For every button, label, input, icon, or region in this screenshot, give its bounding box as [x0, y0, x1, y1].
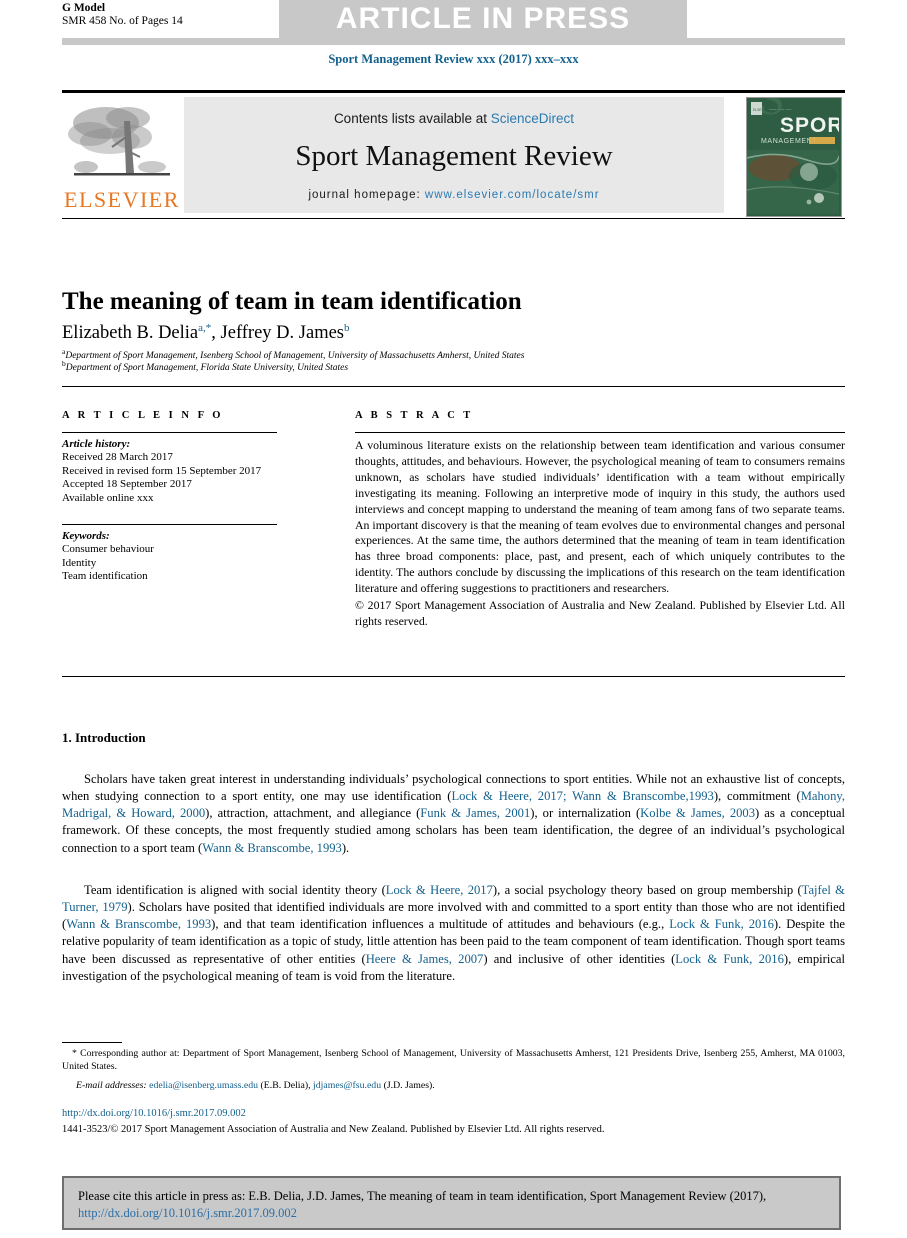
- cite-doi-link[interactable]: http://dx.doi.org/10.1016/j.smr.2017.09.…: [78, 1206, 297, 1220]
- abstract-heading: A B S T R A C T: [355, 410, 474, 421]
- email-footnote: E-mail addresses: edelia@isenberg.umass.…: [62, 1080, 845, 1093]
- issn-copyright-line: 1441-3523/© 2017 Sport Management Associ…: [62, 1124, 605, 1135]
- intro-p2-citation-link[interactable]: Lock & Heere, 2017: [386, 883, 493, 897]
- article-info-rule-mid: [62, 524, 277, 525]
- journal-title: Sport Management Review: [295, 140, 613, 172]
- author-1-name: Elizabeth B. Delia: [62, 323, 199, 344]
- intro-p1-text-run: ).: [341, 840, 350, 855]
- intro-p1-citation-link[interactable]: Lock & Heere, 2017; Wann & Branscombe,19…: [451, 789, 713, 803]
- abstract-body: A voluminous literature exists on the re…: [355, 438, 845, 596]
- email-owner-delia: (E.B. Delia),: [260, 1080, 311, 1091]
- article-info-rule-top: [62, 432, 277, 433]
- intro-p2-citation-link[interactable]: Wann & Branscombe, 1993: [66, 917, 211, 931]
- masthead-center: Contents lists available at ScienceDirec…: [184, 97, 724, 213]
- affiliation-b-text: Department of Sport Management, Florida …: [65, 363, 349, 374]
- email-addresses-label: E-mail addresses:: [76, 1080, 147, 1091]
- intro-p2-text-run: ), a social psychology theory based on g…: [492, 882, 802, 897]
- author-2-name: Jeffrey D. James: [220, 323, 344, 344]
- homepage-prefix: journal homepage:: [308, 189, 425, 201]
- history-item-online: Available online xxx: [62, 491, 154, 504]
- corresponding-author-footnote: * Corresponding author at: Department of…: [62, 1048, 845, 1073]
- intro-p2-citation-link[interactable]: Heere & James, 2007: [366, 952, 484, 966]
- doi-link[interactable]: http://dx.doi.org/10.1016/j.smr.2017.09.…: [62, 1108, 246, 1119]
- article-in-press-banner-row: G Model SMR 458 No. of Pages 14 ARTICLE …: [0, 0, 907, 40]
- paper-page: G Model SMR 458 No. of Pages 14 ARTICLE …: [0, 0, 907, 1238]
- intro-p2-text-run: ), and that team identification influenc…: [211, 917, 670, 932]
- article-in-press-banner: ARTICLE IN PRESS: [279, 0, 687, 38]
- corresponding-author-text: Corresponding author at: Department of S…: [62, 1048, 845, 1072]
- journal-running-head: Sport Management Review xxx (2017) xxx–x…: [328, 52, 579, 66]
- keyword-item: Team identification: [62, 570, 148, 583]
- title-bottom-rule: [62, 386, 845, 387]
- article-history-block: Article history: Received 28 March 2017 …: [62, 438, 292, 505]
- sciencedirect-link[interactable]: ScienceDirect: [491, 111, 574, 126]
- intro-paragraph-2: Team identification is aligned with soci…: [62, 882, 845, 986]
- intro-p2-citation-link[interactable]: Lock & Funk, 2016: [675, 952, 784, 966]
- manuscript-id-label: SMR 458 No. of Pages 14: [62, 15, 183, 27]
- elsevier-wordmark: ELSEVIER: [64, 187, 180, 212]
- g-model-block: G Model SMR 458 No. of Pages 14: [62, 2, 183, 28]
- intro-paragraph-1: Scholars have taken great interest in un…: [62, 771, 845, 857]
- svg-text:SPORT: SPORT: [780, 114, 839, 137]
- intro-p1-citation-link[interactable]: Wann & Branscombe, 1993: [202, 841, 342, 855]
- intro-p1-citation-link[interactable]: Kolbe & James, 2003: [640, 806, 755, 820]
- intro-p2-citation-link[interactable]: Lock & Funk, 2016: [669, 917, 774, 931]
- abstract-block: A voluminous literature exists on the re…: [355, 438, 845, 630]
- email-owner-james: (J.D. James).: [383, 1080, 435, 1091]
- article-info-heading: A R T I C L E I N F O: [62, 410, 224, 421]
- history-item-received: Received 28 March 2017: [62, 451, 173, 464]
- intro-p1-text-run: ), or internalization (: [530, 806, 641, 821]
- keyword-item: Consumer behaviour: [62, 543, 154, 556]
- journal-masthead: ELSEVIER Contents lists available at Sci…: [62, 90, 845, 218]
- g-model-label: G Model: [62, 2, 106, 14]
- keywords-label: Keywords:: [62, 530, 110, 542]
- author-list: Elizabeth B. Deliaa,*, Jeffrey D. Jamesb: [62, 322, 350, 344]
- intro-p2-text-run: ) and inclusive of other identities (: [483, 951, 676, 966]
- abstract-copyright: © 2017 Sport Management Association of A…: [355, 598, 845, 628]
- email-link-delia[interactable]: edelia@isenberg.umass.edu: [149, 1080, 258, 1091]
- banner-underline: [62, 38, 845, 45]
- journal-homepage-link[interactable]: www.elsevier.com/locate/smr: [425, 189, 600, 201]
- abstract-bottom-rule: [62, 676, 845, 677]
- svg-text:MANAGEMENT: MANAGEMENT: [761, 138, 817, 145]
- email-link-james[interactable]: jdjames@fsu.edu: [313, 1080, 381, 1091]
- cite-this-article-text: Please cite this article in press as: E.…: [78, 1188, 828, 1222]
- elsevier-tree-icon: [68, 107, 170, 176]
- journal-cover-art: ELSEVIER ------ ------ ----- S SPORT MAN…: [747, 98, 841, 214]
- intro-p1-text-run: ), attraction, attachment, and allegianc…: [205, 806, 421, 821]
- abstract-rule-top: [355, 432, 845, 433]
- journal-homepage-line: journal homepage: www.elsevier.com/locat…: [308, 189, 599, 201]
- history-item-revised: Received in revised form 15 September 20…: [62, 464, 262, 477]
- cite-text-body: Please cite this article in press as: E.…: [78, 1189, 767, 1203]
- article-in-press-text: ARTICLE IN PRESS: [335, 2, 631, 35]
- keyword-item: Identity: [62, 556, 97, 569]
- masthead-bottom-rule: [62, 218, 845, 219]
- intro-p1-text-run: ), commitment (: [713, 788, 801, 803]
- keywords-block: Keywords: Consumer behaviour Identity Te…: [62, 530, 292, 584]
- cite-this-article-box: Please cite this article in press as: E.…: [62, 1176, 841, 1230]
- journal-cover-image: ELSEVIER ------ ------ ----- S SPORT MAN…: [746, 97, 842, 217]
- history-item-accepted: Accepted 18 September 2017: [62, 478, 192, 491]
- footnote-separator-rule: [62, 1042, 122, 1043]
- page-title: The meaning of team in team identificati…: [62, 287, 522, 315]
- corresponding-author-marker: *: [72, 1048, 77, 1059]
- intro-p2-text-run: Team identification is aligned with soci…: [84, 882, 386, 897]
- affiliation-b: bDepartment of Sport Management, Florida…: [62, 358, 822, 374]
- section-title-introduction: 1. Introduction: [62, 730, 146, 745]
- elsevier-logo: ELSEVIER: [62, 97, 182, 213]
- article-history-label: Article history:: [62, 438, 131, 450]
- intro-p1-citation-link[interactable]: Funk & James, 2001: [420, 806, 530, 820]
- contents-prefix: Contents lists available at: [333, 111, 491, 126]
- contents-line: Contents lists available at ScienceDirec…: [334, 111, 574, 126]
- author-2-affiliation-marker[interactable]: b: [344, 322, 350, 334]
- author-1-affiliation-marker[interactable]: a,*: [198, 322, 211, 334]
